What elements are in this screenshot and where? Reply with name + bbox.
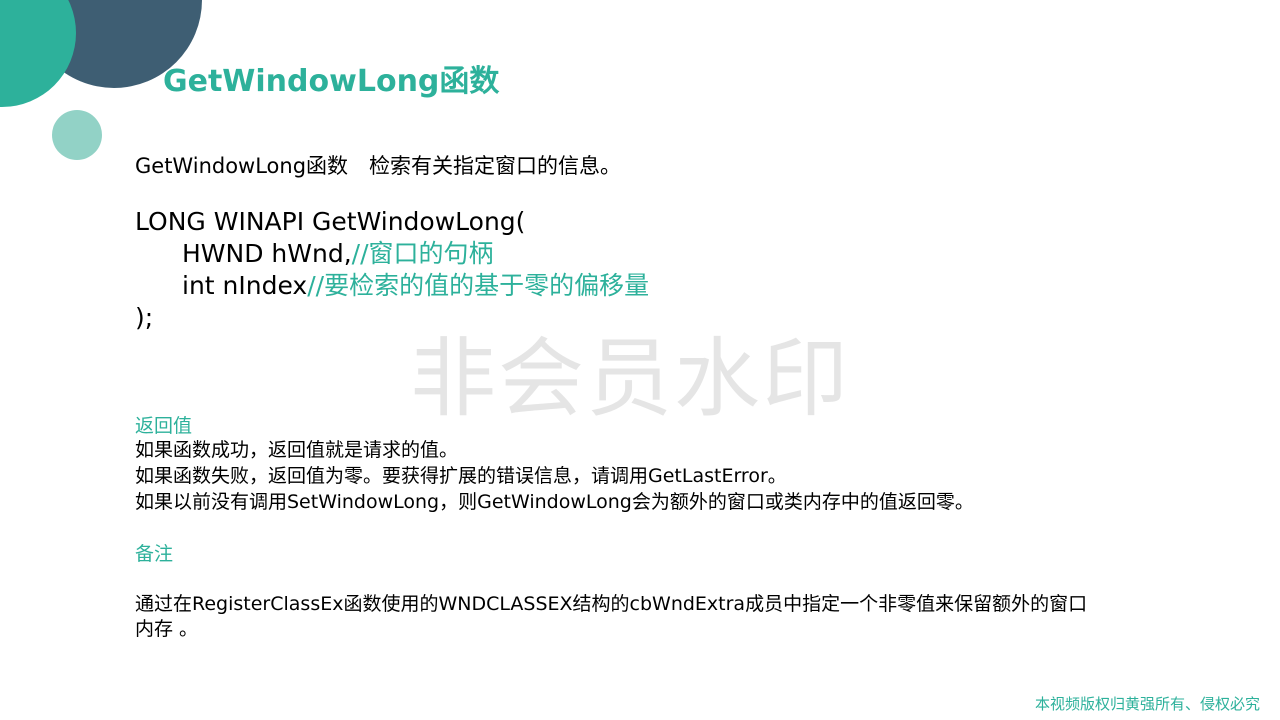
- code-param-hwnd-comment: //窗口的句柄: [351, 239, 494, 268]
- code-param-hwnd-text: HWND hWnd,: [182, 239, 352, 268]
- return-value-line: 如果以前没有调用SetWindowLong，则GetWindowLong会为额外…: [135, 491, 974, 513]
- decorative-circle-teal: [0, 0, 76, 107]
- code-param-nindex-text: int nIndex: [182, 271, 308, 300]
- slide-title: GetWindowLong函数: [163, 64, 500, 99]
- code-param-hwnd: HWND hWnd,//窗口的句柄: [135, 238, 649, 270]
- return-value-line: 如果函数失败，返回值为零。要获得扩展的错误信息，请调用GetLastError。: [135, 465, 787, 487]
- code-param-nindex-comment: //要检索的值的基于零的偏移量: [307, 271, 650, 300]
- code-param-nindex: int nIndex//要检索的值的基于零的偏移量: [135, 270, 649, 302]
- slide: GetWindowLong函数 GetWindowLong函数 检索有关指定窗口…: [0, 0, 1280, 720]
- notes-line: 内存 。: [135, 618, 199, 640]
- copyright-notice: 本视频版权归黄强所有、侵权必究: [1034, 695, 1260, 713]
- code-signature-line: LONG WINAPI GetWindowLong(: [135, 207, 526, 236]
- notes-heading: 备注: [135, 543, 174, 565]
- decorative-circle-light: [52, 110, 102, 160]
- notes-line: 通过在RegisterClassEx函数使用的WNDCLASSEX结构的cbWn…: [135, 593, 1088, 615]
- notes-body: 通过在RegisterClassEx函数使用的WNDCLASSEX结构的cbWn…: [135, 592, 1087, 642]
- return-value-line: 如果函数成功，返回值就是请求的值。: [135, 439, 459, 461]
- return-value-body: 如果函数成功，返回值就是请求的值。 如果函数失败，返回值为零。要获得扩展的错误信…: [135, 437, 974, 515]
- watermark: 非会员水印: [410, 329, 850, 429]
- return-value-heading: 返回值: [135, 415, 193, 437]
- intro-text: GetWindowLong函数 检索有关指定窗口的信息。: [135, 154, 622, 178]
